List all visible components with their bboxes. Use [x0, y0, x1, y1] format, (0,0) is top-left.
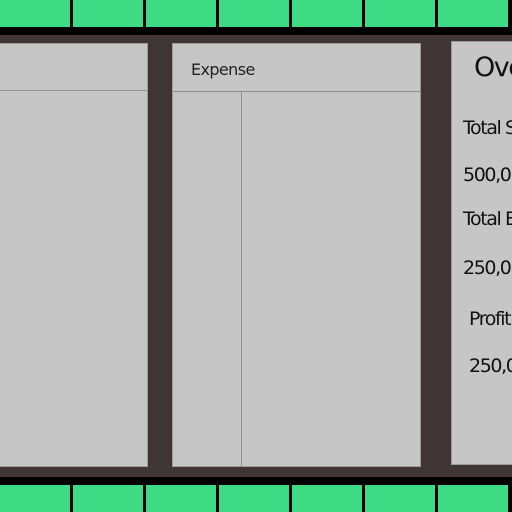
- expense-table-panel: Expense: [172, 43, 421, 467]
- overview-title: Ove: [474, 52, 512, 83]
- expense-table-column-divider: [241, 92, 242, 466]
- profit-value: 250,0: [469, 355, 512, 377]
- bottom-tile: [146, 485, 216, 512]
- top-tile: [0, 0, 70, 27]
- bottom-tile: [73, 485, 143, 512]
- expense-table-header-divider: [173, 91, 420, 92]
- total-expense-label: Total E: [463, 208, 512, 230]
- profit-label: Profit: [469, 308, 512, 330]
- bottom-tile: [219, 485, 289, 512]
- left-table-header-divider: [0, 90, 147, 91]
- bottom-tile: [0, 485, 70, 512]
- total-sales-value: 500,0: [463, 164, 512, 186]
- total-expense-value: 250,0: [463, 257, 512, 279]
- top-tile: [365, 0, 435, 27]
- top-tile: [146, 0, 216, 27]
- overview-panel: Ove Total S 500,0 Total E 250,0 Profit 2…: [451, 41, 512, 465]
- top-tile: [292, 0, 362, 27]
- top-tile: [438, 0, 508, 27]
- bottom-tile-strip: [0, 485, 512, 512]
- left-table-panel: [0, 43, 148, 467]
- top-tile: [73, 0, 143, 27]
- main-area: Expense Ove Total S 500,0 Total E 250,0 …: [0, 35, 512, 477]
- expense-column-header: Expense: [191, 60, 255, 79]
- bottom-tile: [292, 485, 362, 512]
- total-sales-label: Total S: [463, 117, 512, 139]
- bottom-tile: [365, 485, 435, 512]
- top-tile-strip: [0, 0, 512, 27]
- bottom-tile: [438, 485, 508, 512]
- top-tile: [219, 0, 289, 27]
